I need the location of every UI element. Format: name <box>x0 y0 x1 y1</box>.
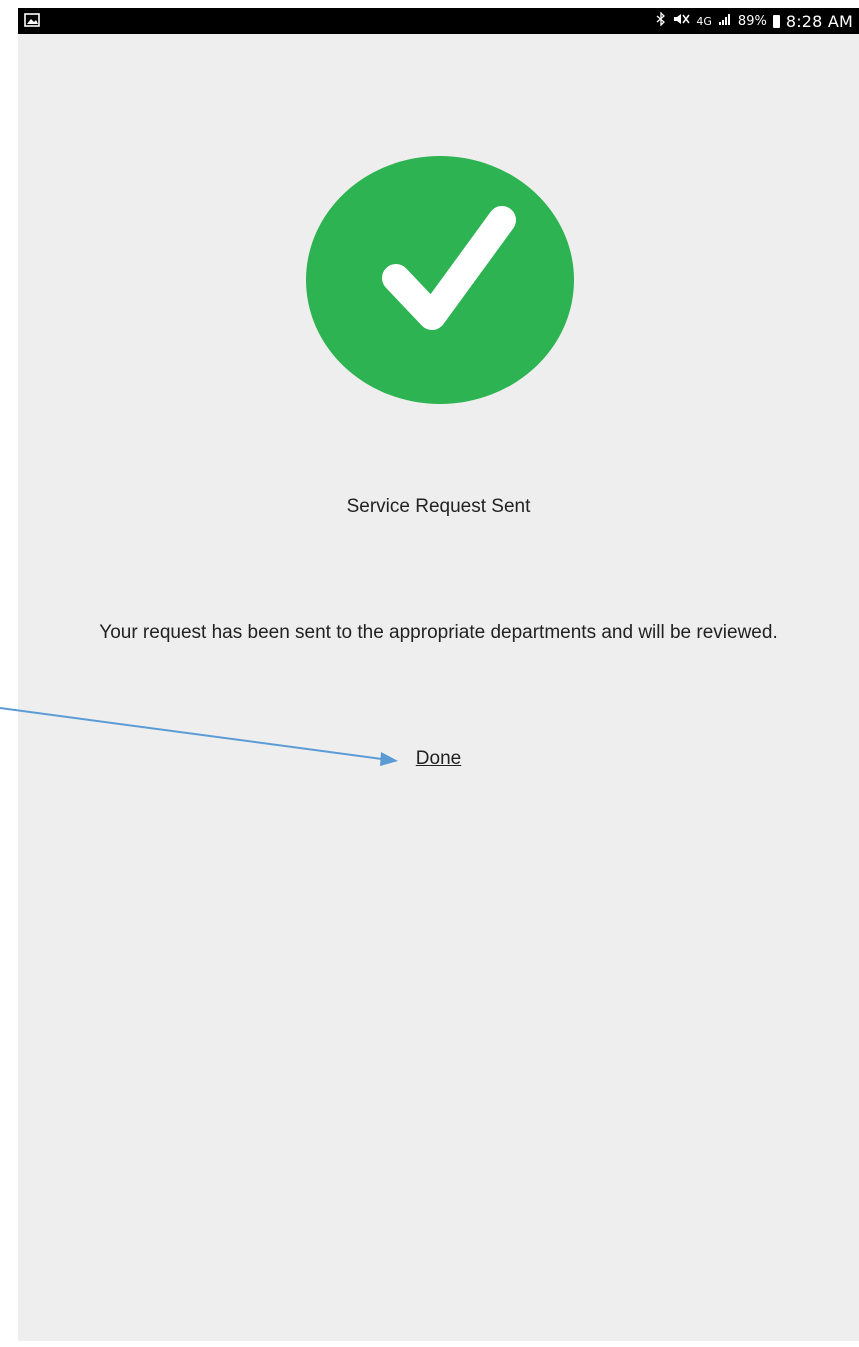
signal-icon <box>718 12 732 30</box>
status-bar: 4G 89% 8:28 AM <box>18 8 859 34</box>
success-badge <box>306 156 574 404</box>
status-icons: 4G 89% 8:28 AM <box>656 8 853 34</box>
clock: 8:28 AM <box>785 11 853 31</box>
confirmation-message: Your request has been sent to the approp… <box>99 622 778 643</box>
confirmation-title: Service Request Sent <box>346 496 531 517</box>
gallery-icon <box>24 12 40 27</box>
page: 4G 89% 8:28 AM Service Request Sent Your… <box>0 0 859 1347</box>
battery-icon <box>772 14 780 28</box>
done-link[interactable]: Done <box>18 748 859 770</box>
network-type: 4G <box>696 14 712 28</box>
phone-screen: 4G 89% 8:28 AM Service Request Sent Your… <box>18 8 859 1341</box>
checkmark-icon <box>382 206 516 330</box>
mute-icon <box>672 12 690 30</box>
bluetooth-icon <box>656 11 666 30</box>
battery-percent: 89% <box>737 13 767 29</box>
